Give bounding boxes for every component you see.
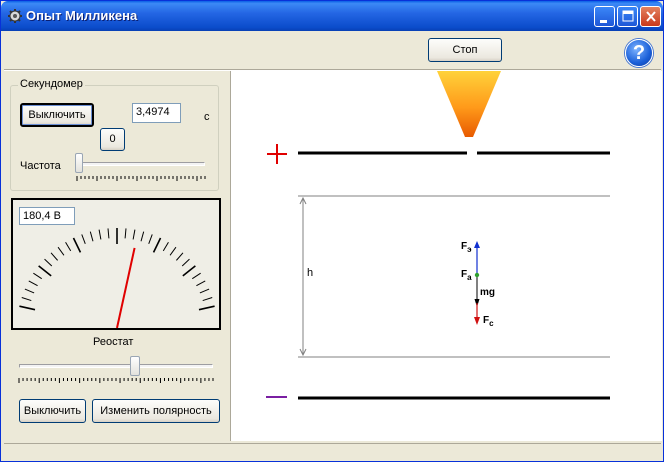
power-off-button[interactable]: Выключить bbox=[19, 399, 86, 423]
maximize-icon bbox=[622, 10, 634, 22]
dial-tick bbox=[196, 280, 206, 287]
window-title: Опыт Милликена bbox=[26, 8, 138, 23]
minimize-icon bbox=[600, 20, 607, 23]
dial-tick bbox=[21, 297, 32, 302]
electric-force-arrowhead bbox=[474, 241, 480, 248]
frequency-slider-track[interactable] bbox=[79, 162, 205, 166]
stopwatch-toggle-button[interactable]: Выключить bbox=[20, 103, 94, 127]
dial-tick bbox=[72, 237, 82, 253]
app-gear-icon bbox=[7, 8, 23, 24]
dial-tick bbox=[38, 265, 52, 277]
rheostat-slider-thumb[interactable] bbox=[130, 356, 141, 376]
dial-tick bbox=[33, 272, 42, 280]
title-bar[interactable]: Опыт Милликена bbox=[1, 1, 663, 31]
stopwatch-time-field[interactable]: 3,4974 bbox=[132, 103, 181, 123]
dial-tick bbox=[28, 280, 38, 287]
dial-tick bbox=[169, 246, 177, 256]
voltmeter-needle bbox=[116, 247, 136, 328]
rheostat-slider-track[interactable] bbox=[19, 364, 213, 368]
dial-tick bbox=[198, 305, 215, 311]
stopwatch-unit: с bbox=[204, 111, 210, 123]
rheostat-slider-ticks bbox=[18, 378, 214, 383]
dial-tick bbox=[107, 228, 110, 239]
height-label: h bbox=[307, 267, 313, 279]
voltage-field[interactable]: 180,4 В bbox=[19, 207, 75, 225]
dial-tick bbox=[199, 288, 210, 294]
archimedes-force-label: Fa bbox=[461, 269, 472, 282]
frequency-slider-thumb[interactable] bbox=[75, 153, 83, 173]
close-button[interactable] bbox=[640, 6, 661, 27]
dial-tick bbox=[57, 246, 65, 256]
electric-force-label: Fэ bbox=[461, 241, 472, 254]
dial-tick bbox=[124, 228, 127, 239]
frequency-slider-ticks bbox=[76, 176, 206, 181]
stopwatch-legend: Секундомер bbox=[18, 78, 85, 90]
minimize-button[interactable] bbox=[594, 6, 615, 27]
rheostat-label: Реостат bbox=[93, 336, 134, 348]
resistance-force-label: Fc bbox=[483, 315, 494, 328]
dial-tick bbox=[162, 241, 169, 252]
dial-tick bbox=[89, 231, 94, 242]
dial-tick bbox=[176, 252, 184, 261]
dial-tick bbox=[182, 265, 196, 277]
dial-tick bbox=[181, 258, 190, 267]
status-bar bbox=[4, 443, 661, 460]
dial-tick bbox=[44, 258, 53, 267]
dial-tick bbox=[140, 231, 145, 242]
frequency-label: Частота bbox=[20, 160, 61, 172]
gravity-label: mg bbox=[480, 287, 495, 298]
main-window: Опыт Милликена Стоп ? Секундомер Выключи… bbox=[0, 0, 664, 462]
maximize-button[interactable] bbox=[617, 6, 638, 27]
resistance-force-arrowhead bbox=[474, 317, 480, 325]
help-icon[interactable]: ? bbox=[625, 39, 653, 67]
experiment-diagram: h Fэ Fa mg Fc bbox=[266, 71, 610, 400]
dial-tick bbox=[19, 305, 36, 311]
dial-tick bbox=[132, 229, 136, 240]
dial-tick bbox=[192, 272, 201, 280]
change-polarity-button[interactable]: Изменить полярность bbox=[92, 399, 220, 423]
dial-tick bbox=[24, 288, 35, 294]
dial-tick bbox=[65, 241, 72, 252]
dial-tick bbox=[81, 234, 86, 244]
stopwatch-reset-button[interactable]: 0 bbox=[100, 128, 125, 151]
stop-button[interactable]: Стоп bbox=[428, 38, 502, 62]
dial-tick bbox=[50, 252, 58, 261]
dial-tick bbox=[152, 237, 162, 253]
dial-tick bbox=[148, 234, 153, 244]
atomizer-nozzle bbox=[437, 71, 501, 137]
oil-droplet bbox=[474, 272, 480, 278]
dial-tick bbox=[202, 297, 213, 302]
dial-tick bbox=[98, 229, 102, 240]
close-icon bbox=[646, 11, 656, 22]
positive-terminal-icon bbox=[267, 144, 287, 164]
